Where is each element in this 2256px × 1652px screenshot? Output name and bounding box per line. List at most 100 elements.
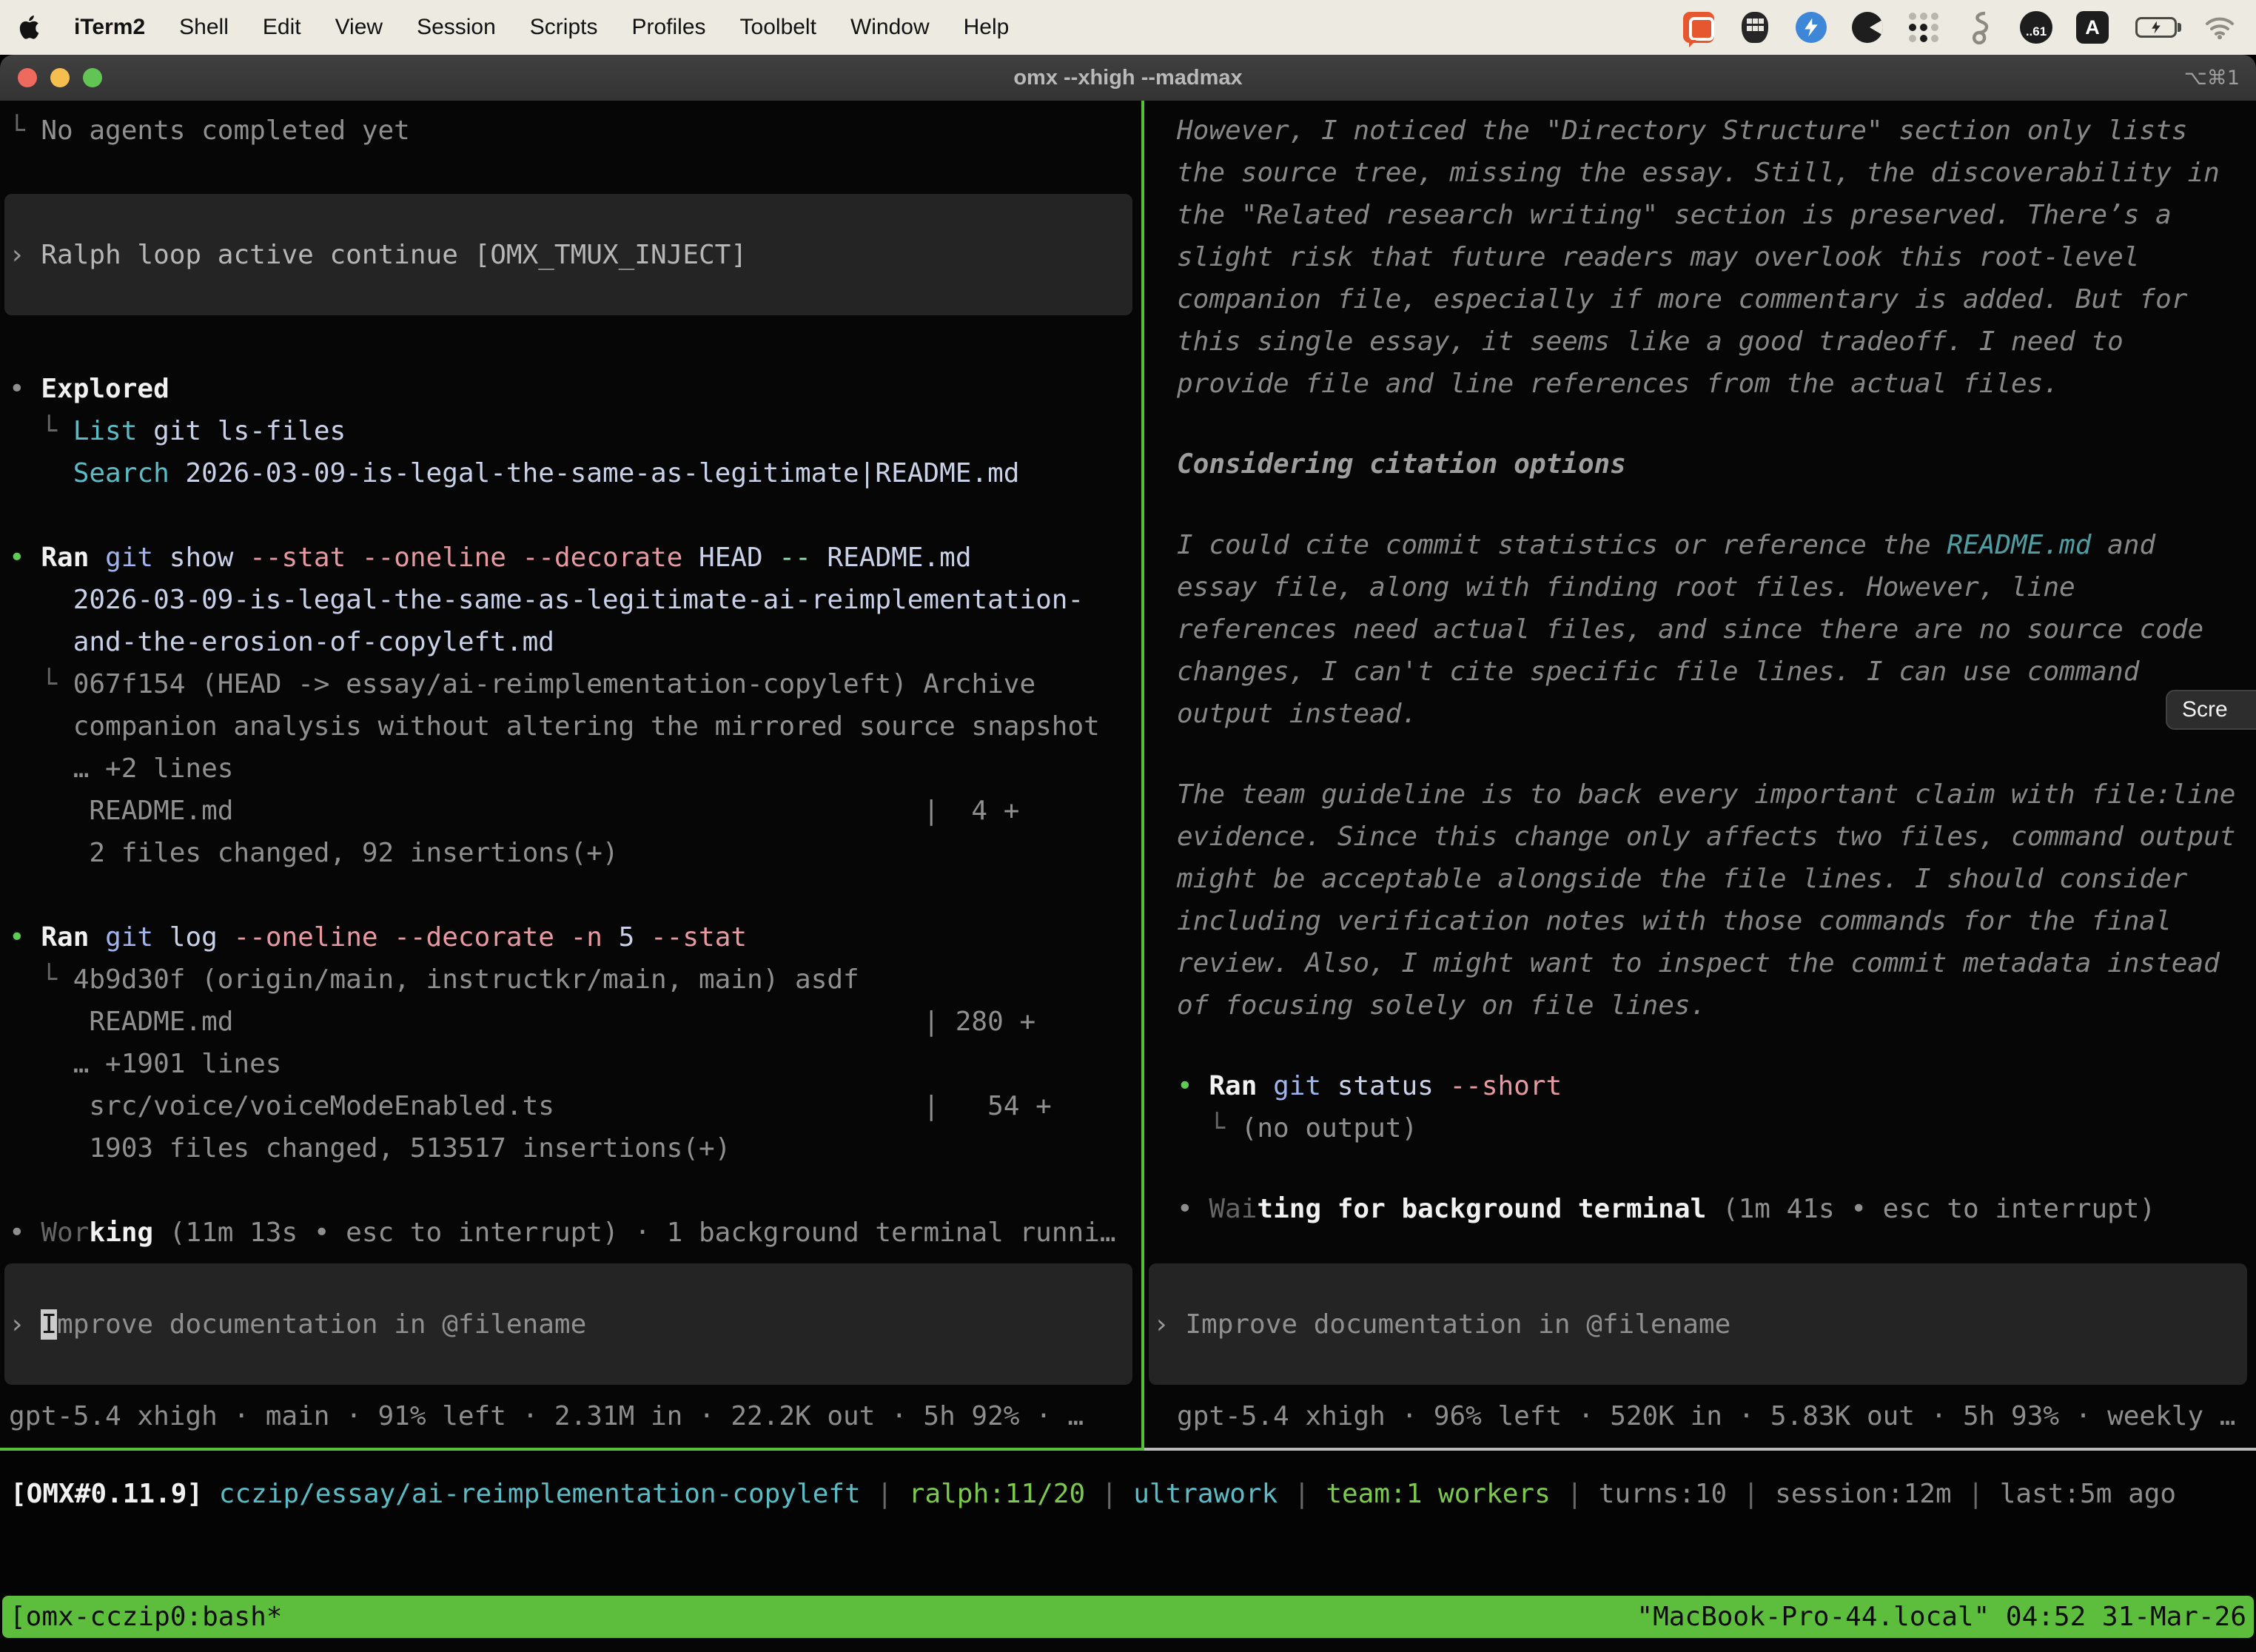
terminal-line: companion file, especially if more comme… — [1177, 278, 2256, 320]
macos-menubar: iTerm2 Shell Edit View Session Scripts Profile… — [0, 0, 2256, 55]
terminal-line: └ (no output) — [1177, 1107, 2256, 1149]
terminal-line: changes, I can't cite specific file line… — [1177, 651, 2256, 693]
a-square-icon[interactable]: A — [2075, 10, 2109, 44]
screen-share-overlay-label: Scre — [2182, 697, 2228, 722]
window-titlebar[interactable]: omx --xhigh --madmax ⌥⌘1 — [0, 55, 2256, 101]
terminal-line: 2 files changed, 92 insertions(+) — [9, 832, 1141, 874]
thinking-heading: Considering citation options — [1177, 443, 2256, 486]
terminal-line: 1903 files changed, 513517 insertions(+) — [9, 1127, 1141, 1169]
tmux-session-label: [omx-cczip0:bash* — [10, 1602, 282, 1632]
ran-git-show: • Ran git show --stat --oneline --decora… — [9, 537, 1141, 579]
menu-item-profiles[interactable]: Profiles — [631, 15, 705, 39]
terminal-line: output instead. — [1177, 693, 2256, 735]
ralph-loop-input[interactable]: › Ralph loop active continue [OMX_TMUX_I… — [4, 194, 1132, 315]
blank-line — [1177, 735, 2256, 773]
terminal-line: slight risk that future readers may over… — [1177, 236, 2256, 278]
menu-item-shell[interactable]: Shell — [179, 15, 229, 39]
prompt-input[interactable]: › Improve documentation in @filename — [1149, 1263, 2247, 1385]
menubar-status-icons: ..61 A — [1682, 10, 2237, 44]
menu-item-edit[interactable]: Edit — [263, 15, 301, 39]
terminal-line: essay file, along with finding root file… — [1177, 566, 2256, 608]
terminal-line: and-the-erosion-of-copyleft.md — [9, 621, 1141, 663]
terminal-line: review. Also, I might want to inspect th… — [1177, 942, 2256, 984]
blank-line — [9, 494, 1141, 537]
working-status: • Working (11m 13s • esc to interrupt) ·… — [9, 1212, 1141, 1254]
terminal-line: of focusing solely on file lines. — [1177, 984, 2256, 1027]
tmux-statusbar: [omx-cczip0:bash* "MacBook-Pro-44.local"… — [2, 1596, 2254, 1638]
menu-item-toolbelt[interactable]: Toolbelt — [740, 15, 816, 39]
explored-search-line: Search 2026-03-09-is-legal-the-same-as-l… — [9, 452, 1141, 494]
terminal-line: including verification notes with those … — [1177, 900, 2256, 942]
a-badge-label: A — [2076, 11, 2109, 44]
tmux-host-clock: "MacBook-Pro-44.local" 04:52 31-Mar-26 — [1636, 1602, 2246, 1632]
pane-right-content: However, I noticed the "Directory Struct… — [1177, 110, 2256, 1230]
pane-right[interactable]: However, I noticed the "Directory Struct… — [1144, 101, 2256, 1451]
terminal-line: src/voice/voiceModeEnabled.ts | 54 + — [9, 1085, 1141, 1127]
prompt-input-text: › Improve documentation in @filename — [1153, 1303, 1730, 1346]
terminal-line: references need actual files, and since … — [1177, 608, 2256, 651]
ran-git-status: • Ran git status --short — [1177, 1065, 2256, 1107]
terminal-line: README.md | 4 + — [9, 790, 1141, 832]
pane-left-content: └ No agents completed yet › Ralph loop ac… — [9, 110, 1141, 1254]
prompt-input-text: › Ralph loop active continue [OMX_TMUX_I… — [9, 234, 747, 276]
terminal-line: The team guideline is to back every impo… — [1177, 773, 2256, 816]
model-status: gpt-5.4 xhigh · 96% left · 520K in · 5.8… — [1177, 1395, 2256, 1437]
window-title: omx --xhigh --madmax — [0, 66, 2256, 90]
terminal-line: └ 4b9d30f (origin/main, instructkr/main,… — [9, 958, 1141, 1001]
ran-git-log: • Ran git log --oneline --decorate -n 5 … — [9, 916, 1141, 958]
pane-left-bottom: › Improve documentation in @filename gpt-… — [9, 1263, 1141, 1437]
terminal-line: this single essay, it seems like a good … — [1177, 320, 2256, 363]
terminal-line: 2026-03-09-is-legal-the-same-as-legitima… — [9, 579, 1141, 621]
menu-item-view[interactable]: View — [335, 15, 383, 39]
screen-share-overlay-button[interactable]: Scre — [2166, 690, 2256, 730]
model-status: gpt-5.4 xhigh · main · 91% left · 2.31M … — [9, 1395, 1141, 1437]
waiting-status: • Waiting for background terminal (1m 41… — [1177, 1188, 2256, 1230]
terminal-line: companion analysis without altering the … — [9, 705, 1141, 748]
terminal-line: … +1901 lines — [9, 1043, 1141, 1085]
agents-status-line: └ No agents completed yet — [9, 110, 1141, 152]
menu-item-window[interactable]: Window — [850, 15, 930, 39]
blank-line — [9, 152, 1141, 194]
pane-right-bottom: › Improve documentation in @filenamegpt-… — [1177, 1263, 2256, 1437]
terminal-line: README.md | 280 + — [9, 1001, 1141, 1043]
menu-item-help[interactable]: Help — [964, 15, 1010, 39]
prompt-input[interactable]: › Improve documentation in @filename — [4, 1263, 1132, 1385]
blank-line — [9, 874, 1141, 916]
terminal-line: evidence. Since this change only affects… — [1177, 816, 2256, 858]
menu-item-iterm2[interactable]: iTerm2 — [74, 15, 145, 39]
blank-line — [1177, 1027, 2256, 1065]
terminal-line: └ 067f154 (HEAD -> essay/ai-reimplementa… — [9, 663, 1141, 705]
prompt-input-text: › Improve documentation in @filename — [9, 1303, 586, 1346]
hook-icon[interactable] — [1963, 10, 1997, 44]
terminal-line: the source tree, missing the essay. Stil… — [1177, 152, 2256, 194]
omx-status-line: [OMX#0.11.9] cczip/essay/ai-reimplementa… — [10, 1473, 2256, 1515]
blank-line — [1177, 405, 2256, 443]
terminal-line: However, I noticed the "Directory Struct… — [1177, 110, 2256, 152]
menu-item-scripts[interactable]: Scripts — [530, 15, 598, 39]
percent-badge-label: ..61 — [2020, 11, 2052, 44]
orange-chat-icon[interactable] — [1682, 10, 1716, 44]
explored-list-line: └ List git ls-files — [9, 410, 1141, 452]
battery-icon[interactable] — [2132, 10, 2181, 44]
pie-circle-icon[interactable] — [1850, 10, 1884, 44]
terminal-line: … +2 lines — [9, 748, 1141, 790]
window-shortcut-badge: ⌥⌘1 — [2184, 67, 2256, 90]
blank-line — [9, 326, 1141, 368]
menu-item-session[interactable]: Session — [417, 15, 496, 39]
blank-line — [1177, 486, 2256, 524]
terminal-line: might be acceptable alongside the file l… — [1177, 858, 2256, 900]
pane-left[interactable]: └ No agents completed yet › Ralph loop ac… — [0, 101, 1141, 1451]
blue-badge-icon[interactable] — [1794, 10, 1828, 44]
dots-grid-icon[interactable] — [1907, 10, 1941, 44]
menu-left: iTerm2 Shell Edit View Session Scripts Profile… — [19, 15, 1043, 40]
shield-grid-icon[interactable] — [1738, 10, 1772, 44]
wifi-icon[interactable] — [2203, 10, 2237, 44]
omx-status-strip: [OMX#0.11.9] cczip/essay/ai-reimplementa… — [0, 1451, 2256, 1596]
apple-icon[interactable] — [19, 16, 40, 39]
terminal-line: I could cite commit statistics or refere… — [1177, 524, 2256, 566]
explored-header: • Explored — [9, 368, 1141, 410]
percent-circle-icon[interactable]: ..61 — [2019, 10, 2053, 44]
blank-line — [1177, 1149, 2256, 1188]
blank-line — [9, 1169, 1141, 1212]
tmux-panes: └ No agents completed yet › Ralph loop ac… — [0, 101, 2256, 1451]
